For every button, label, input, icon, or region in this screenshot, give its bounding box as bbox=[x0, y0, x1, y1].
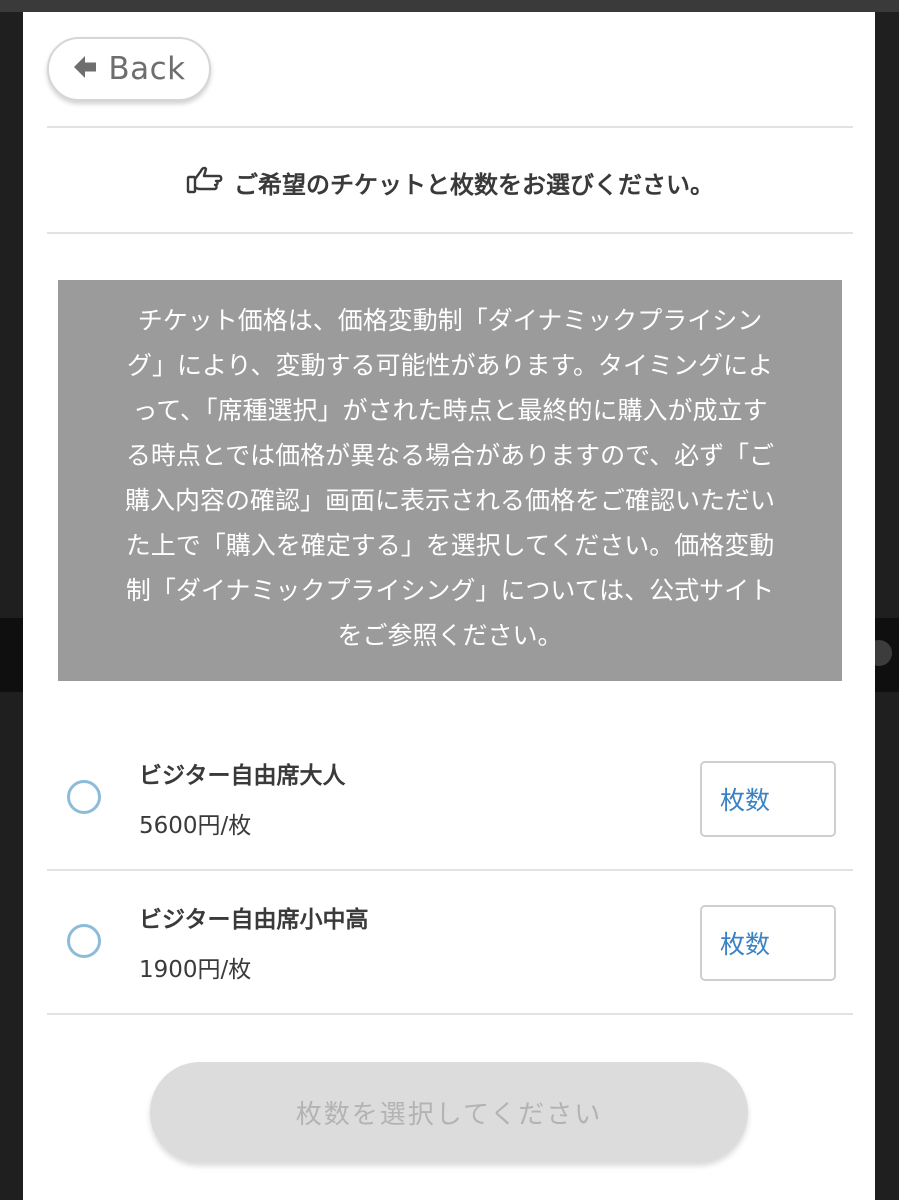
divider bbox=[47, 126, 853, 128]
quantity-select[interactable]: 枚数 bbox=[700, 761, 836, 837]
submit-button[interactable]: 枚数を選択してください bbox=[150, 1062, 748, 1162]
quantity-select[interactable]: 枚数 bbox=[700, 905, 836, 981]
submit-button-label: 枚数を選択してください bbox=[295, 1099, 603, 1130]
ticket-option-adult: ビジター自由席大人 5600円/枚 枚数 bbox=[47, 740, 853, 880]
notice-line: って、「席種選択」がされた時点と最終的に購入が成立す bbox=[132, 396, 768, 425]
ticket-radio[interactable] bbox=[67, 924, 101, 958]
notice-line: た上で「購入を確定する」を選択してください。価格変動 bbox=[125, 531, 775, 560]
page-heading: ご希望のチケットと枚数をお選びください。 bbox=[47, 160, 853, 204]
ticket-modal: Back ご希望のチケットと枚数をお選びください。 チケット価格は、価格変動制「… bbox=[23, 12, 875, 1200]
divider bbox=[47, 1013, 853, 1015]
arrow-left-icon bbox=[72, 54, 98, 84]
notice-line: チケット価格は、価格変動制「ダイナミックプライシン bbox=[137, 306, 763, 335]
notice-line: る時点とでは価格が異なる場合がありますので、必ず「ご bbox=[125, 441, 775, 470]
notice-line: グ」により、変動する可能性があります。タイミングによ bbox=[126, 351, 773, 380]
dynamic-pricing-notice: チケット価格は、価格変動制「ダイナミックプライシン グ」により、変動する可能性が… bbox=[58, 280, 842, 681]
ticket-name: ビジター自由席小中高 bbox=[139, 907, 369, 933]
page-heading-text: ご希望のチケットと枚数をお選びください。 bbox=[234, 170, 714, 199]
top-strip bbox=[0, 0, 899, 12]
ticket-option-student: ビジター自由席小中高 1900円/枚 枚数 bbox=[47, 884, 853, 1024]
ticket-name: ビジター自由席大人 bbox=[139, 763, 346, 789]
divider bbox=[47, 869, 853, 871]
notice-line: 購入内容の確認」画面に表示される価格をご確認いただい bbox=[124, 486, 775, 515]
notice-line: 制「ダイナミックプライシング」については、公式サイト bbox=[125, 576, 775, 605]
thumbs-point-icon bbox=[186, 165, 224, 199]
ticket-price: 1900円/枚 bbox=[139, 957, 252, 983]
divider bbox=[47, 232, 853, 234]
quantity-placeholder: 枚数 bbox=[720, 930, 771, 959]
back-button-label: Back bbox=[108, 51, 186, 87]
ticket-radio[interactable] bbox=[67, 780, 101, 814]
notice-line: をご参照ください。 bbox=[337, 621, 563, 650]
back-button[interactable]: Back bbox=[47, 37, 211, 101]
ticket-price: 5600円/枚 bbox=[139, 813, 252, 839]
quantity-placeholder: 枚数 bbox=[720, 786, 771, 815]
